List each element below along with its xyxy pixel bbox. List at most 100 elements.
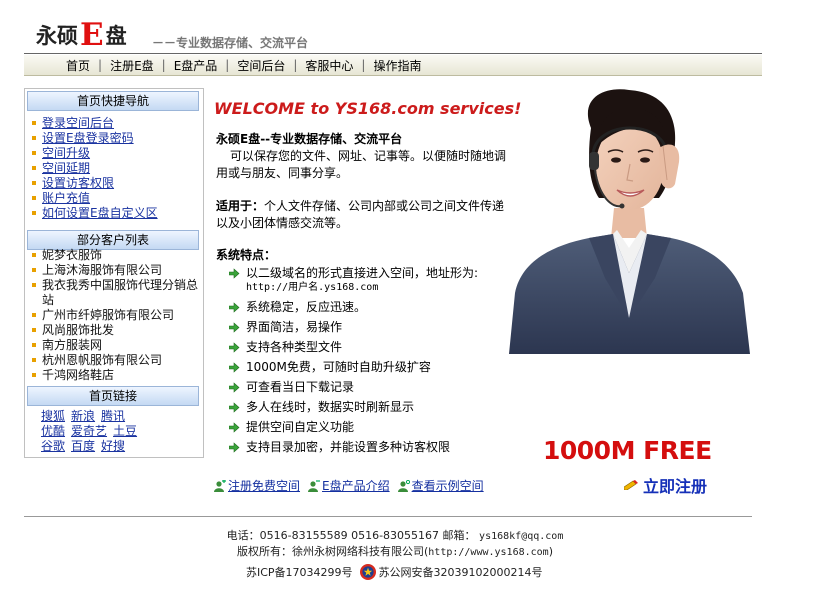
feature-text: 支持目录加密，并能设置多种访客权限 [246,440,451,454]
link-google[interactable]: 谷歌 [41,439,65,453]
bullet-icon [32,166,36,170]
register-free-link[interactable]: 注册免费空间 [214,477,300,494]
main-nav: 首页 | 注册E盘 | E盘产品 | 空间后台 | 客服中心 | 操作指南 [24,55,762,76]
footer-email[interactable]: ys168kf@qq.com [479,531,563,542]
nav-home[interactable]: 首页 [58,57,98,74]
list-item: 风尚服饰批发 [29,323,201,338]
register-now-link[interactable]: 立即注册 [624,473,707,497]
link-youku[interactable]: 优酷 [41,424,65,438]
footer-divider [24,516,752,517]
feature-text: 提供空间自定义功能 [246,420,355,434]
feature-item: 系统稳定，反应迅速。 [228,300,528,315]
bottom-links: 注册免费空间 E盘产品介绍 查看示例空间 [214,477,492,494]
list-item: 南方服装网 [29,338,201,353]
quick-link[interactable]: 设置访客权限 [42,176,114,190]
logo-text-1: 永硕 [36,23,78,48]
feature-text: 1000M免费，可随时自助升级扩容 [246,360,431,374]
user-add-icon [214,479,226,492]
icp-number[interactable]: 苏ICP备17034299号 [246,564,353,580]
quick-link[interactable]: 空间延期 [42,161,90,175]
quick-link[interactable]: 账户充值 [42,191,90,205]
link-qq[interactable]: 腾讯 [101,409,125,423]
nav-guide[interactable]: 操作指南 [365,57,429,74]
user-view-icon [397,479,410,492]
bullet-icon [32,181,36,185]
list-item[interactable]: 登录空间后台 [29,116,201,131]
quick-nav-title: 首页快捷导航 [27,91,199,111]
feature-item: 以二级域名的形式直接进入空间，地址形为: http://用户名.ys168.co… [228,266,528,295]
feature-item: 多人在线时，数据实时刷新显示 [228,400,528,415]
client-name: 千鸿网络鞋店 [42,368,115,382]
arrow-right-icon [229,382,240,393]
bullet-icon [32,343,36,347]
features-list: 以二级域名的形式直接进入空间，地址形为: http://用户名.ys168.co… [228,266,528,460]
list-item[interactable]: 空间升级 [29,146,201,161]
bullet-icon [32,373,36,377]
demo-space-link[interactable]: 查看示例空间 [397,477,484,494]
links-row: 优酷 爱奇艺 土豆 [41,424,201,439]
list-item[interactable]: 设置访客权限 [29,176,201,191]
register-free-text[interactable]: 注册免费空间 [228,477,300,494]
list-item: 千鸿网络鞋店 [29,368,201,383]
quick-link[interactable]: 如何设置E盘自定义区 [42,206,158,220]
quick-link[interactable]: 登录空间后台 [42,116,114,130]
list-item[interactable]: 空间延期 [29,161,201,176]
feature-text: 界面简洁，易操作 [246,320,343,334]
client-name: 妮梦衣服饰 [42,248,103,262]
list-item[interactable]: 账户充值 [29,191,201,206]
intro-body: 可以保存您的文件、网址、记事等。以便随时随地调用或与朋友、同事分享。 [216,149,507,180]
footer-phone: 电话：0516-83155589 0516-83055167 邮箱： [226,529,476,542]
links-row: 搜狐 新浪 腾讯 [41,409,201,424]
feature-url: http://用户名.ys168.com [246,282,379,293]
copyright-end: ) [548,545,553,558]
links-row: 谷歌 百度 好搜 [41,439,201,454]
feature-text: 支持各种类型文件 [246,340,343,354]
arrow-right-icon [229,422,240,433]
demo-space-text[interactable]: 查看示例空间 [412,477,484,494]
product-intro-link[interactable]: E盘产品介绍 [308,477,390,494]
nav-backend[interactable]: 空间后台 [229,57,293,74]
headset-earpiece [589,152,599,170]
quick-link[interactable]: 设置E盘登录密码 [42,131,134,145]
list-item: 广州市纤婷服饰有限公司 [29,308,201,323]
user-info-icon [308,479,321,492]
link-iqiyi[interactable]: 爱奇艺 [71,424,107,438]
clients-title: 部分客户列表 [27,230,199,250]
site-logo[interactable]: 永硕 E 盘 [36,20,127,51]
quick-link[interactable]: 空间升级 [42,146,90,160]
bullet-icon [32,136,36,140]
footer-contact: 电话：0516-83155589 0516-83055167 邮箱： ys168… [0,527,790,543]
register-now-text[interactable]: 立即注册 [643,473,707,497]
link-tudou[interactable]: 土豆 [113,424,137,438]
arrow-right-icon [229,342,240,353]
product-intro-text[interactable]: E盘产品介绍 [322,477,390,494]
link-haosou[interactable]: 好搜 [101,439,125,453]
bullet-icon [32,313,36,317]
nav-support[interactable]: 客服中心 [297,57,361,74]
police-badge-icon [359,564,376,580]
bullet-icon [32,253,36,257]
list-item: 妮梦衣服饰 [29,248,201,263]
list-item: 杭州恩帆服饰有限公司 [29,353,201,368]
client-name: 风尚服饰批发 [42,323,115,337]
bullet-icon [32,328,36,332]
bullet-icon [32,196,36,200]
nav-products[interactable]: E盘产品 [166,57,226,74]
bullet-icon [32,268,36,272]
sidebar: 首页快捷导航 登录空间后台 设置E盘登录密码 空间升级 空间延期 设置访客权限 … [24,88,204,458]
pencil-icon [624,480,638,490]
list-item[interactable]: 设置E盘登录密码 [29,131,201,146]
feature-item: 界面简洁，易操作 [228,320,528,335]
logo-text-2: 盘 [105,23,127,48]
list-item[interactable]: 如何设置E盘自定义区 [29,206,201,221]
link-sohu[interactable]: 搜狐 [41,409,65,423]
support-agent-photo [509,89,750,354]
nav-register[interactable]: 注册E盘 [102,57,162,74]
feature-text: 以二级域名的形式直接进入空间，地址形为: [246,266,479,280]
link-sina[interactable]: 新浪 [71,409,95,423]
quick-nav-list: 登录空间后台 设置E盘登录密码 空间升级 空间延期 设置访客权限 账户充值 如何… [29,116,201,221]
copyright-url[interactable]: http://www.ys168.com [428,547,548,558]
link-baidu[interactable]: 百度 [71,439,95,453]
header-divider [24,53,762,54]
police-record-number[interactable]: 苏公网安备32039102000214号 [379,564,543,580]
